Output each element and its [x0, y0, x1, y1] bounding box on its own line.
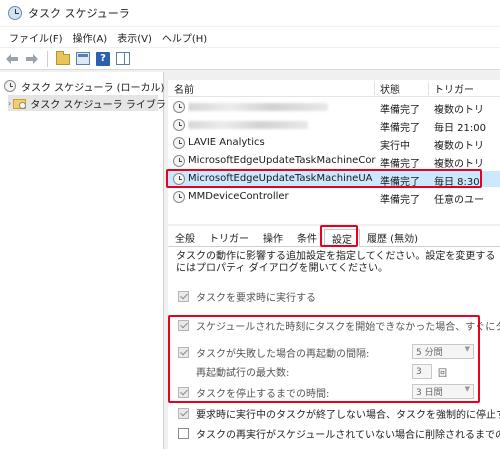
- restart-interval-select[interactable]: 5 分間 ▼: [412, 344, 474, 359]
- clock-icon: [173, 155, 185, 167]
- checkbox[interactable]: [178, 290, 189, 302]
- tab-general[interactable]: 全般: [168, 228, 202, 246]
- option-label: タスクを要求時に実行する: [196, 292, 316, 304]
- task-trigger: 任意のユー: [434, 195, 484, 206]
- task-row[interactable]: LAVIE Analytics 実行中 複数のトリ: [168, 135, 500, 152]
- checkbox[interactable]: [178, 407, 189, 419]
- tab-actions[interactable]: 操作: [256, 228, 290, 246]
- restart-count-field[interactable]: 3: [412, 364, 432, 379]
- column-divider[interactable]: [428, 82, 429, 95]
- navigation-tree: タスク スケジューラ (ローカル) › タスク スケジューラ ライブラリ: [0, 72, 176, 449]
- settings-panel: タスクの動作に影響する追加設定を指定してください。設定を変更するにはプロパティ …: [168, 248, 500, 449]
- toolbar: ?: [0, 48, 500, 70]
- menu-help[interactable]: ヘルプ(H): [157, 30, 212, 45]
- tab-settings[interactable]: 設定: [324, 229, 360, 247]
- pane-splitter[interactable]: [168, 224, 500, 226]
- option-label: 要求時に実行中のタスクが終了しない場合、タスクを強制的に停止する: [196, 409, 500, 421]
- execution-time-limit-select[interactable]: 3 日間 ▼: [412, 384, 474, 399]
- task-row[interactable]: 準備完了 毎日 21:00: [168, 117, 500, 134]
- column-divider[interactable]: [374, 82, 375, 95]
- settings-description: タスクの動作に影響する追加設定を指定してください。設定を変更するにはプロパティ …: [176, 251, 496, 274]
- properties-icon[interactable]: [75, 51, 91, 67]
- window-title: タスク スケジューラ: [28, 7, 130, 20]
- column-header-trigger[interactable]: トリガー: [434, 81, 474, 96]
- task-trigger: 複数のトリ: [434, 141, 484, 152]
- clock-icon: [173, 137, 185, 149]
- chevron-down-icon: ▼: [464, 385, 470, 393]
- show-hide-panel-icon[interactable]: [115, 51, 131, 67]
- chevron-down-icon: ▼: [464, 345, 470, 353]
- tab-conditions[interactable]: 条件: [290, 228, 324, 246]
- clock-icon: [4, 79, 17, 93]
- task-row[interactable]: MMDeviceController 準備完了 任意のユー: [168, 189, 500, 206]
- title-bar: タスク スケジューラ: [0, 0, 500, 26]
- menu-action[interactable]: 操作(A): [68, 30, 113, 45]
- tab-triggers[interactable]: トリガー: [202, 228, 256, 246]
- folder-up-icon[interactable]: [55, 51, 71, 67]
- help-icon[interactable]: ?: [95, 51, 111, 67]
- column-header-status[interactable]: 状態: [380, 81, 400, 96]
- option-label: 再起動試行の最大数:: [196, 367, 290, 379]
- option-allow-demand-start: タスクを要求時に実行する: [178, 288, 316, 304]
- option-label: タスクの再実行がスケジュールされていない場合に削除されるまでの時間: [196, 429, 500, 441]
- clock-icon: [173, 173, 185, 185]
- task-trigger: 毎日 21:00: [434, 123, 486, 134]
- toolbar-separator: [47, 50, 48, 67]
- checkbox[interactable]: [178, 427, 189, 439]
- task-status: 実行中: [380, 141, 410, 152]
- back-arrow-icon[interactable]: [4, 51, 20, 67]
- task-scheduler-app-icon: [8, 6, 22, 20]
- option-force-stop: 要求時に実行中のタスクが終了しない場合、タスクを強制的に停止する: [178, 405, 500, 421]
- tab-history[interactable]: 履歴 (無効): [360, 228, 425, 246]
- tree-item-root-label: タスク スケジューラ (ローカル): [21, 82, 165, 94]
- task-name: LAVIE Analytics: [188, 137, 265, 148]
- task-row-selected[interactable]: MicrosoftEdgeUpdateTaskMachineUA 準備完了 毎日…: [168, 171, 500, 188]
- menu-file[interactable]: ファイル(F): [4, 30, 68, 45]
- option-delete-expired: タスクの再実行がスケジュールされていない場合に削除されるまでの時間: [178, 425, 500, 441]
- task-status: 準備完了: [380, 159, 420, 170]
- task-name: MicrosoftEdgeUpdateTaskMachineUA: [188, 173, 373, 184]
- task-status: 準備完了: [380, 123, 420, 134]
- tree-item-library[interactable]: › タスク スケジューラ ライブラリ: [8, 95, 176, 111]
- task-list-header: 名前 状態 トリガー: [168, 80, 500, 97]
- task-status: 準備完了: [380, 195, 420, 206]
- clock-icon: [173, 119, 185, 131]
- task-scheduler-window: タスク スケジューラ ファイル(F) 操作(A) 表示(V) ヘルプ(H) ? …: [0, 0, 500, 449]
- tree-item-library-label: タスク スケジューラ ライブラリ: [30, 99, 176, 111]
- task-trigger: 毎日 8:30: [434, 177, 480, 188]
- option-label: タスクが失敗した場合の再起動の間隔:: [196, 348, 370, 360]
- task-trigger: 複数のトリ: [434, 105, 484, 116]
- chevron-right-icon[interactable]: ›: [8, 99, 11, 108]
- menu-bar: ファイル(F) 操作(A) 表示(V) ヘルプ(H): [0, 27, 500, 47]
- task-name-redacted: [188, 101, 376, 114]
- option-restart-on-failure: タスクが失敗した場合の再起動の間隔:: [178, 344, 369, 360]
- task-status: 準備完了: [380, 105, 420, 116]
- task-status: 準備完了: [380, 177, 420, 188]
- detail-tabs: 全般 トリガー 操作 条件 設定 履歴 (無効): [168, 227, 500, 247]
- task-name: MicrosoftEdgeUpdateTaskMachineCore: [188, 155, 376, 166]
- task-name: MMDeviceController: [188, 191, 289, 202]
- option-restart-count: 再起動試行の最大数:: [196, 363, 289, 379]
- tree-item-root[interactable]: タスク スケジューラ (ローカル): [4, 78, 164, 94]
- clock-icon: [173, 191, 185, 203]
- task-name-redacted: [188, 119, 376, 132]
- task-row[interactable]: MicrosoftEdgeUpdateTaskMachineCore 準備完了 …: [168, 153, 500, 170]
- checkbox[interactable]: [178, 319, 189, 331]
- column-header-name[interactable]: 名前: [174, 81, 194, 96]
- option-start-when-available: スケジュールされた時刻にタスクを開始できなかった場合、すぐにタスクを開始する: [178, 317, 500, 333]
- option-execution-time-limit: タスクを停止するまでの時間:: [178, 384, 329, 400]
- option-label: スケジュールされた時刻にタスクを開始できなかった場合、すぐにタスクを開始する: [196, 321, 500, 333]
- restart-count-unit: 回: [438, 369, 448, 379]
- checkbox[interactable]: [178, 346, 189, 358]
- folder-icon: [13, 97, 27, 110]
- task-row[interactable]: 準備完了 複数のトリ: [168, 99, 500, 116]
- forward-arrow-icon[interactable]: [24, 51, 40, 67]
- checkbox[interactable]: [178, 386, 189, 398]
- option-label: タスクを停止するまでの時間:: [196, 388, 330, 400]
- clock-icon: [173, 101, 185, 113]
- task-trigger: 複数のトリ: [434, 159, 484, 170]
- menu-view[interactable]: 表示(V): [112, 30, 157, 45]
